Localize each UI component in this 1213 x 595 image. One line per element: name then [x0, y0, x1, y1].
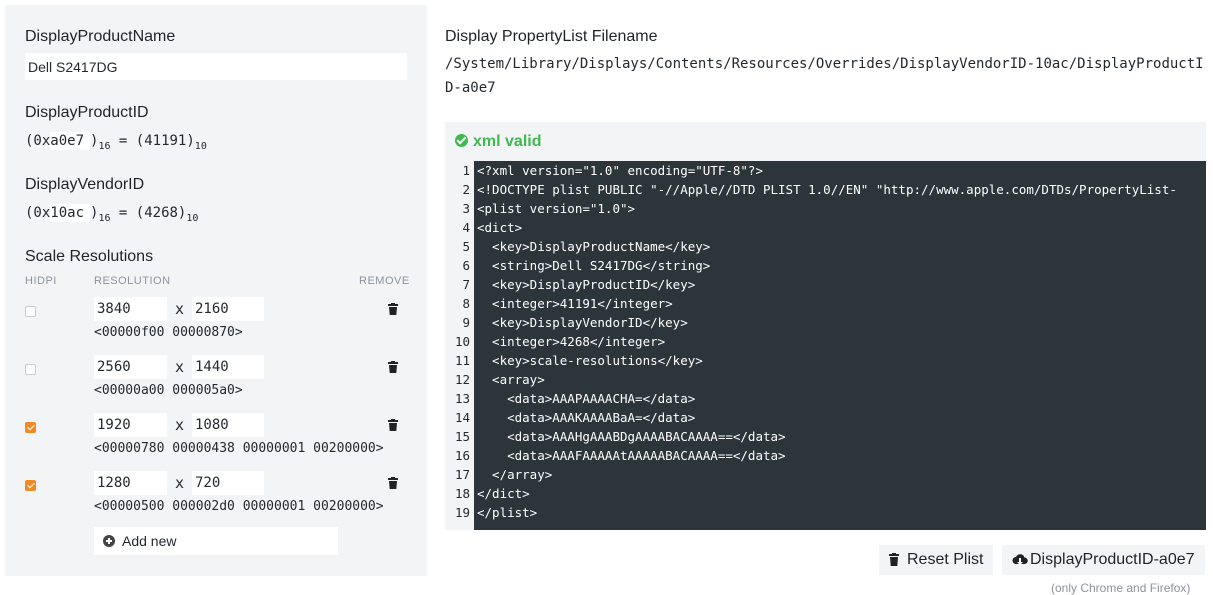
product-id-label: DisplayProductID [25, 104, 149, 121]
vendor-id-formula: (0x10ac)16 = (4268)10 [25, 204, 199, 224]
code-line: <key>DisplayVendorID</key> [477, 315, 688, 330]
width-input[interactable]: 1920 [94, 413, 167, 437]
line-number: 4 [462, 220, 470, 235]
line-number: 19 [454, 505, 470, 520]
width-input[interactable]: 1280 [94, 471, 167, 495]
trash-icon[interactable] [388, 419, 398, 431]
code-line: <key>DisplayProductName</key> [477, 239, 711, 254]
code-line: <!DOCTYPE plist PUBLIC "-//Apple//DTD PL… [477, 182, 1177, 197]
trash-icon[interactable] [388, 361, 398, 373]
scale-resolutions-label: Scale Resolutions [25, 248, 154, 265]
line-number: 1 [462, 163, 470, 178]
height-input[interactable]: 720 [192, 471, 264, 495]
resolution-row: 3840 x 2160 <00000f00 00000870> [5, 297, 427, 355]
line-number: 7 [462, 277, 470, 292]
x-separator: x [175, 358, 185, 376]
hidpi-checkbox[interactable] [25, 422, 36, 433]
line-number: 2 [462, 182, 470, 197]
code-line: <key>DisplayProductID</key> [477, 277, 696, 292]
line-number: 10 [454, 334, 470, 349]
resolution-row: 1280 x 720 <00000500 000002d0 00000001 0020… [5, 471, 427, 529]
col-resolution: RESOLUTION [94, 275, 171, 287]
resolution-hex: <00000a00 000005a0> [94, 383, 243, 398]
trash-icon[interactable] [388, 477, 398, 489]
xml-valid-status: xml valid [455, 133, 541, 151]
x-separator: x [175, 416, 185, 434]
product-name-input[interactable] [25, 53, 407, 80]
line-number: 3 [462, 201, 470, 216]
code-line: <key>scale-resolutions</key> [477, 353, 703, 368]
x-separator: x [175, 300, 185, 318]
filename-path: /System/Library/Displays/Contents/Resour… [445, 56, 1204, 96]
line-number: 12 [454, 372, 470, 387]
line-number: 14 [454, 410, 470, 425]
code-line: <data>AAAFAAAAAtAAAAABACAAAA==</data> [477, 448, 786, 463]
browser-support-note: (only Chrome and Firefox) [1051, 581, 1191, 595]
height-input[interactable]: 2160 [192, 297, 264, 321]
product-id-formula: (0xa0e7)16 = (41191)10 [25, 132, 207, 152]
product-name-label: DisplayProductName [25, 28, 176, 45]
width-input[interactable]: 2560 [94, 355, 167, 379]
trash-icon[interactable] [388, 303, 398, 315]
line-number: 6 [462, 258, 470, 273]
left-panel: DisplayProductName DisplayProductID (0xa… [5, 5, 427, 576]
code-line: <dict> [477, 220, 523, 235]
height-input[interactable]: 1080 [192, 413, 264, 437]
code-line: <?xml version="1.0" encoding="UTF-8"?> [477, 163, 763, 178]
code-line: <data>AAAKAAAABaA=</data> [477, 410, 696, 425]
code-line: <array> [477, 372, 545, 387]
xml-code-editor[interactable]: <?xml version="1.0" encoding="UTF-8"?> <!… [474, 161, 1206, 530]
line-number: 18 [454, 486, 470, 501]
code-line: <string>Dell S2417DG</string> [477, 258, 711, 273]
code-line: </array> [477, 467, 553, 482]
line-number: 13 [454, 391, 470, 406]
code-line: <integer>4268</integer> [477, 334, 666, 349]
line-number: 17 [454, 467, 470, 482]
line-number: 16 [454, 448, 470, 463]
line-number: 9 [462, 315, 470, 330]
hidpi-checkbox[interactable] [25, 364, 36, 375]
resolution-row: 1920 x 1080 <00000780 00000438 00000001 002… [5, 413, 427, 471]
line-number: 8 [462, 296, 470, 311]
cloud-download-icon [1012, 554, 1028, 565]
code-line: <data>AAAHgAAABDgAAAABACAAAA==</data> [477, 429, 786, 444]
line-number: 15 [454, 429, 470, 444]
vendor-id-hex-input[interactable]: 10ac [50, 204, 91, 222]
download-plist-button[interactable]: DisplayProductID-a0e7 [1002, 545, 1205, 575]
height-input[interactable]: 1440 [192, 355, 264, 379]
hidpi-checkbox[interactable] [25, 480, 36, 491]
resolution-row: 2560 x 1440 <00000a00 000005a0> [5, 355, 427, 413]
code-line: <data>AAAPAAAACHA=</data> [477, 391, 696, 406]
x-separator: x [175, 474, 185, 492]
product-id-hex-input[interactable]: a0e7 [50, 132, 91, 150]
code-line: </plist> [477, 505, 538, 520]
resolution-hex: <00000f00 00000870> [94, 325, 243, 340]
trash-icon [889, 553, 899, 566]
plus-circle-icon [103, 535, 115, 547]
line-number: 5 [462, 239, 470, 254]
col-hidpi: HIDPI [25, 275, 57, 287]
code-line: <integer>41191</integer> [477, 296, 673, 311]
line-number-gutter: 1 2 3 4 5 6 7 8 9 10 11 12 13 14 15 16 17 18 19 [445, 161, 474, 522]
add-new-button[interactable]: Add new [94, 527, 338, 555]
resolution-hex: <00000780 00000438 00000001 00200000> [94, 441, 384, 456]
reset-plist-button[interactable]: Reset Plist [879, 545, 993, 575]
code-line: </dict> [477, 486, 530, 501]
vendor-id-label: DisplayVendorID [25, 176, 145, 193]
width-input[interactable]: 3840 [94, 297, 167, 321]
hidpi-checkbox[interactable] [25, 306, 36, 317]
check-circle-icon [455, 134, 468, 147]
line-number: 11 [454, 353, 470, 368]
filename-label: Display PropertyList Filename [445, 28, 658, 45]
code-line: <plist version="1.0"> [477, 201, 636, 216]
resolution-hex: <00000500 000002d0 00000001 00200000> [94, 499, 384, 514]
col-remove: REMOVE [359, 275, 410, 287]
xml-preview: xml valid 1 2 3 4 5 6 7 8 9 10 11 12 13 14 15 16 17 18 19 … [445, 122, 1206, 530]
